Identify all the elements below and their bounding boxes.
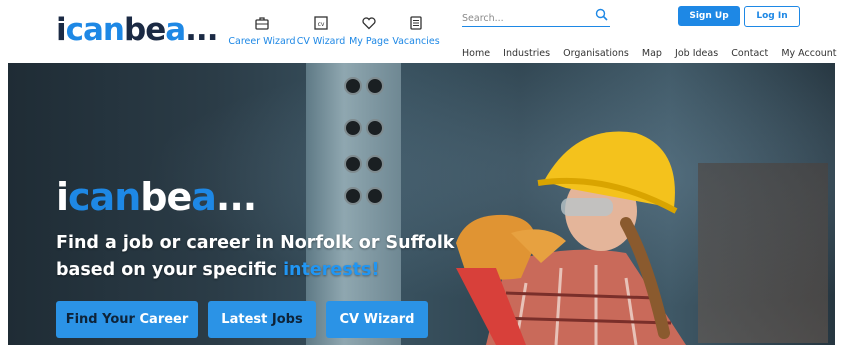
latest-jobs-button[interactable]: Latest Jobs xyxy=(208,301,316,338)
hero-tagline-line2: based on your specific interests! xyxy=(56,257,454,284)
main-nav: Home Industries Organisations Map Job Id… xyxy=(462,41,843,60)
hero-tagline-prefix: based on your specific xyxy=(56,260,284,280)
nav-link-organisations[interactable]: Organisations xyxy=(563,48,629,59)
hero-tagline-line1: Find a job or career in Norfolk or Suffo… xyxy=(56,233,455,253)
logo-dots: ... xyxy=(185,12,218,48)
hero-tagline-highlight: interests! xyxy=(283,260,380,280)
hero-logo-a: a xyxy=(191,175,217,219)
nav-vacancies[interactable]: Vacancies xyxy=(381,14,451,47)
logo-part-i: i xyxy=(56,12,67,48)
heart-icon xyxy=(362,17,376,30)
site-header: icanbea... Career Wizard cv CV Wizard My… xyxy=(0,0,843,62)
cv-wizard-label: CV Wizard xyxy=(339,312,415,327)
nav-link-my-account[interactable]: My Account xyxy=(781,48,836,59)
svg-text:cv: cv xyxy=(318,21,325,28)
hero-logo-be: be xyxy=(140,175,192,219)
search-box xyxy=(462,6,610,28)
nav-link-contact[interactable]: Contact xyxy=(731,48,768,59)
log-in-button[interactable]: Log In xyxy=(744,6,800,27)
logo-part-a: a xyxy=(165,12,186,48)
hero-logo-i: i xyxy=(56,175,69,219)
nav-link-map[interactable]: Map xyxy=(642,48,662,59)
hero-banner: icanbea... Find a job or career in Norfo… xyxy=(8,63,835,345)
worker-photo xyxy=(456,131,686,345)
cv-document-icon: cv xyxy=(314,16,328,30)
search-icon[interactable] xyxy=(595,8,608,21)
cv-wizard-button[interactable]: CV Wizard xyxy=(326,301,428,338)
nav-link-job-ideas[interactable]: Job Ideas xyxy=(675,48,718,59)
latest-jobs-label: Latest xyxy=(221,312,272,327)
site-logo[interactable]: icanbea... xyxy=(56,12,219,48)
search-input[interactable] xyxy=(462,9,582,28)
briefcase-icon xyxy=(255,17,269,30)
sign-up-button[interactable]: Sign Up xyxy=(678,6,740,26)
hero-logo-dots: ... xyxy=(215,175,257,219)
find-your-career-button[interactable]: Find Your Career xyxy=(56,301,198,338)
hero-tagline: Find a job or career in Norfolk or Suffo… xyxy=(56,230,454,284)
nav-link-home[interactable]: Home xyxy=(462,48,490,59)
logo-part-can: can xyxy=(65,12,125,48)
nav-vacancies-label: Vacancies xyxy=(392,36,440,47)
find-your-career-label: Find Your xyxy=(65,312,140,327)
hero-logo: icanbea... xyxy=(56,175,257,219)
logo-part-be: be xyxy=(124,12,166,48)
hero-logo-can: can xyxy=(68,175,141,219)
list-document-icon xyxy=(410,16,422,30)
latest-jobs-highlight: Jobs xyxy=(271,312,303,327)
nav-link-industries[interactable]: Industries xyxy=(503,48,550,59)
find-your-career-highlight: Career xyxy=(139,312,189,327)
